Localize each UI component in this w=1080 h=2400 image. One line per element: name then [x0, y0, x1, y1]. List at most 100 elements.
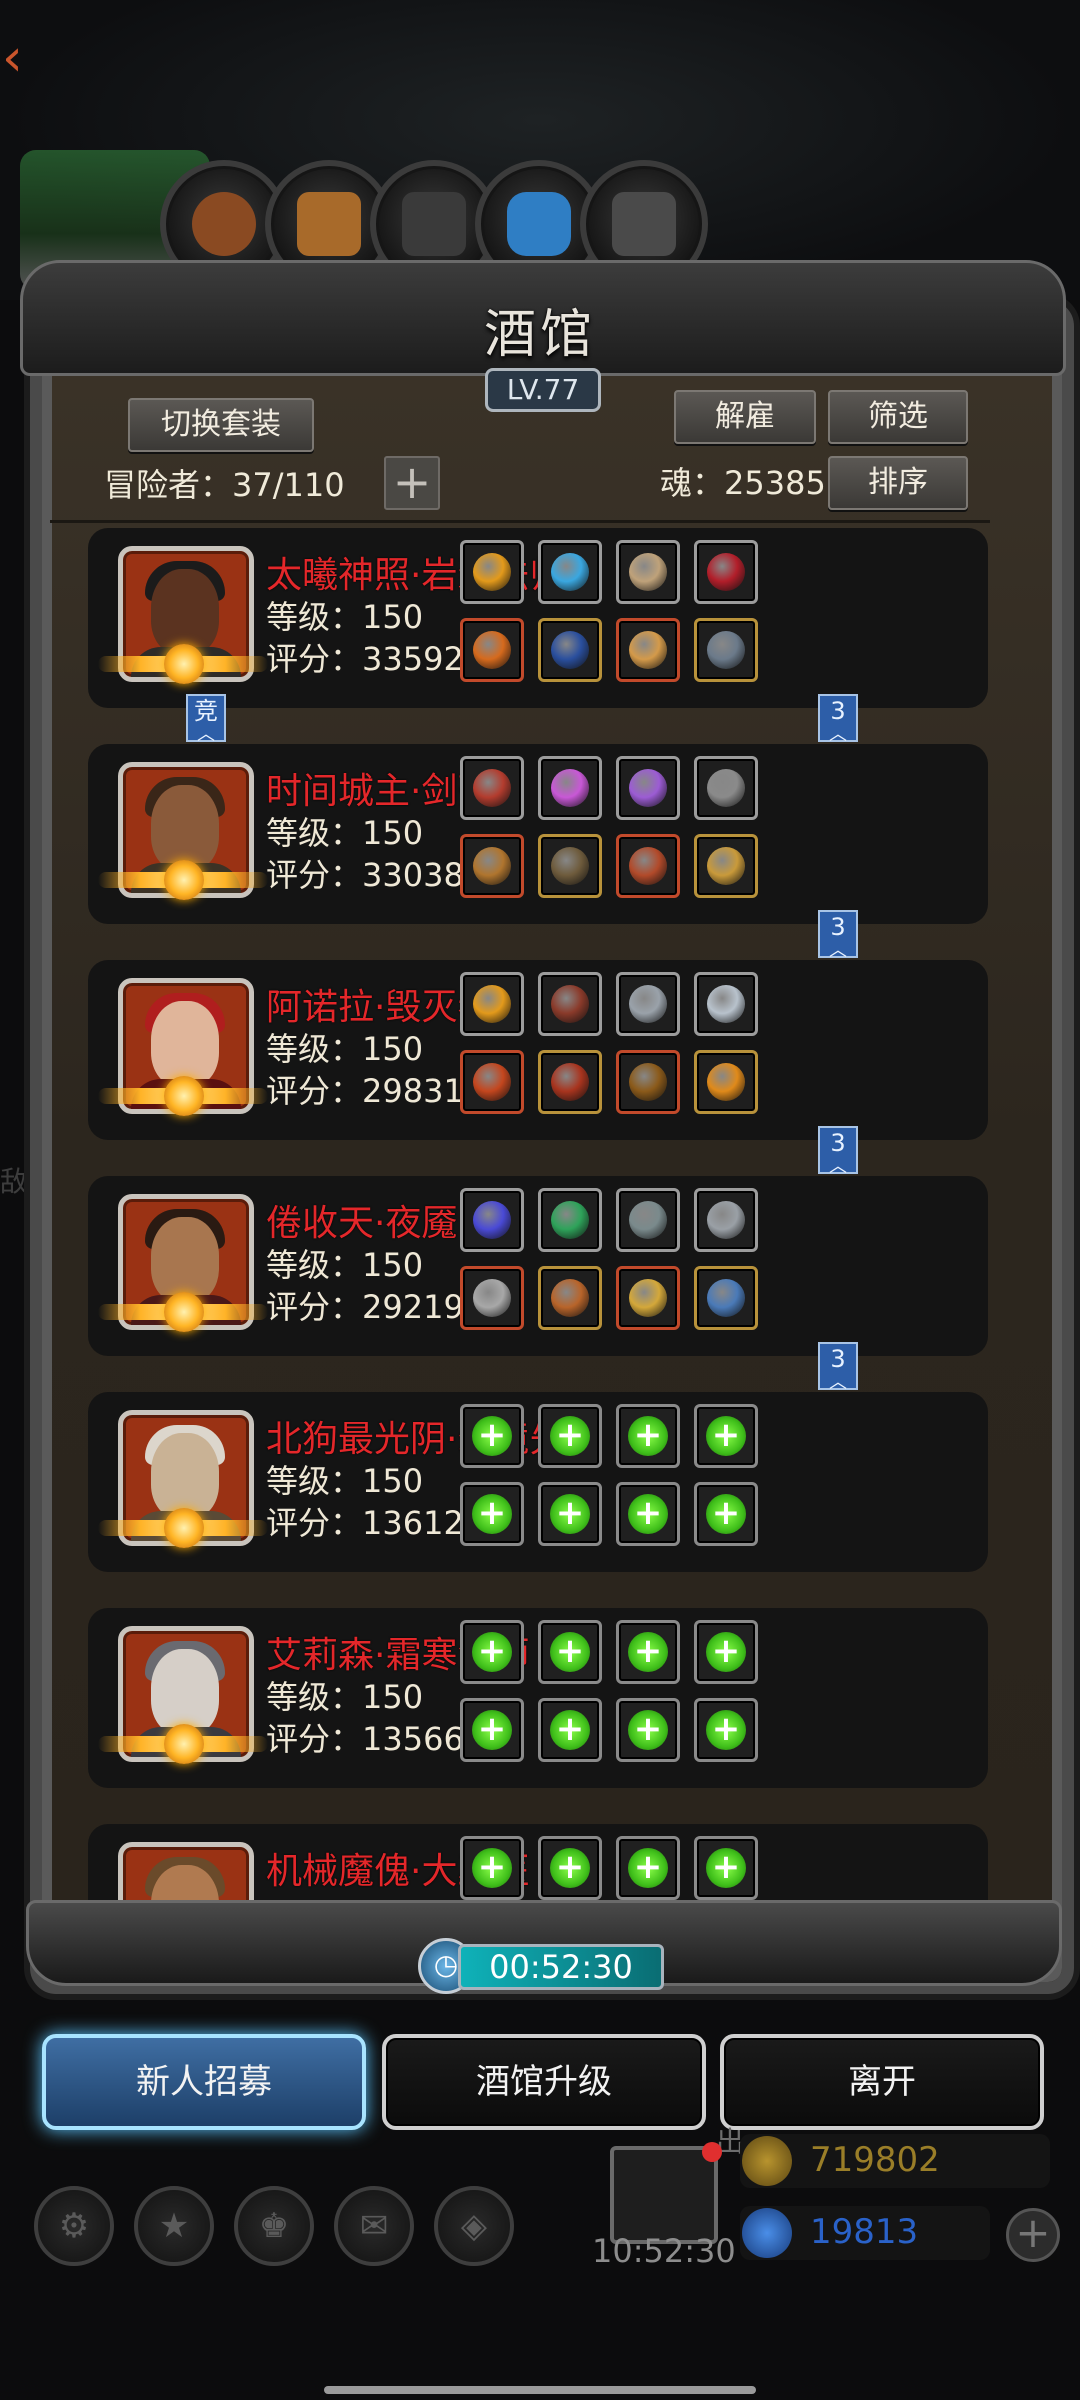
achievement-icon[interactable]: ★ [134, 2186, 214, 2266]
rank-medal-icon [164, 1292, 204, 1332]
empty-equipment-slot[interactable]: + [616, 1620, 680, 1684]
equipment-slot[interactable] [460, 618, 524, 682]
empty-equipment-slot[interactable]: + [694, 1836, 758, 1900]
equipment-slot[interactable] [538, 972, 602, 1036]
gold-amount: 719802 [810, 2140, 940, 2180]
equipment-slot[interactable] [460, 756, 524, 820]
equipment-slot[interactable] [460, 1266, 524, 1330]
empty-equipment-slot[interactable]: + [694, 1482, 758, 1546]
shop-icon[interactable]: ◈ [434, 2186, 514, 2266]
empty-equipment-slot[interactable]: + [538, 1836, 602, 1900]
hero-list[interactable]: 太曦神照·岩浆法师 等级：150 评分：33592 竞 ︿ 3 ︿ 时间城主·剑豪 等级：150… [58, 528, 1022, 1913]
empty-equipment-slot[interactable]: + [694, 1620, 758, 1684]
sort-button[interactable]: 排序 [828, 456, 968, 510]
empty-equipment-slot[interactable]: + [460, 1404, 524, 1468]
equipment-slot[interactable] [460, 1050, 524, 1114]
empty-equipment-slot[interactable]: + [460, 1620, 524, 1684]
add-equipment-icon: + [706, 1848, 746, 1888]
equipment-slot[interactable] [694, 1050, 758, 1114]
equipment-slot[interactable] [460, 1188, 524, 1252]
add-equipment-icon: + [472, 1710, 512, 1750]
equipment-slot[interactable] [538, 540, 602, 604]
equipment-slot[interactable] [538, 834, 602, 898]
equipment-item-icon [473, 1063, 511, 1101]
hero-level: 等级：150 [266, 1462, 424, 1500]
add-equipment-icon: + [628, 1494, 668, 1534]
portrait-face [151, 1001, 219, 1087]
chevron-up-icon: ︿ [829, 724, 847, 745]
hero-card[interactable]: 倦收天·夜魇 等级：150 评分：29219 [88, 1176, 988, 1356]
hero-card[interactable]: 太曦神照·岩浆法师 等级：150 评分：33592 [88, 528, 988, 708]
equipment-slot[interactable] [694, 1266, 758, 1330]
leave-button[interactable]: 离开 [720, 2034, 1044, 2130]
empty-equipment-slot[interactable]: + [616, 1404, 680, 1468]
dismiss-button[interactable]: 解雇 [674, 390, 816, 444]
home-indicator[interactable] [324, 2386, 756, 2394]
empty-equipment-slot[interactable]: + [538, 1698, 602, 1762]
equipment-slot[interactable] [694, 540, 758, 604]
back-arrow-icon[interactable]: ‹ [2, 28, 42, 88]
empty-equipment-slot[interactable]: + [460, 1482, 524, 1546]
hero-level: 等级：150 [266, 1246, 424, 1284]
equipment-slot[interactable] [460, 972, 524, 1036]
gift-box-icon[interactable] [610, 2142, 722, 2244]
mail-icon[interactable]: ✉ [334, 2186, 414, 2266]
filter-button[interactable]: 筛选 [828, 390, 968, 444]
equipment-slot[interactable] [460, 540, 524, 604]
equipment-slot[interactable] [538, 1266, 602, 1330]
equipment-slot[interactable] [616, 972, 680, 1036]
equipment-slot[interactable] [694, 618, 758, 682]
equipment-slot[interactable] [694, 834, 758, 898]
equipment-slot[interactable] [616, 1266, 680, 1330]
equipment-slot[interactable] [694, 972, 758, 1036]
rank-medal-icon [164, 860, 204, 900]
equipment-slot[interactable] [616, 834, 680, 898]
equipment-item-icon [707, 985, 745, 1023]
equipment-slot[interactable] [616, 618, 680, 682]
portrait-face [151, 569, 219, 655]
add-capacity-button[interactable]: + [384, 456, 440, 510]
empty-equipment-slot[interactable]: + [694, 1698, 758, 1762]
equipment-item-icon [473, 553, 511, 591]
equipment-slot[interactable] [616, 756, 680, 820]
equipment-item-icon [473, 631, 511, 669]
empty-equipment-slot[interactable]: + [616, 1836, 680, 1900]
hero-card[interactable]: 阿诺拉·毁灭者 等级：150 评分：29831 [88, 960, 988, 1140]
empty-equipment-slot[interactable]: + [616, 1482, 680, 1546]
hero-name: 倦收天·夜魇 [266, 1203, 458, 1244]
switch-outfit-button[interactable]: 切换套装 [128, 398, 314, 452]
hero-card[interactable]: 时间城主·剑豪 等级：150 评分：33038 [88, 744, 988, 924]
chevron-up-icon: ︿ [197, 724, 215, 745]
empty-equipment-slot[interactable]: + [460, 1698, 524, 1762]
empty-equipment-slot[interactable]: + [538, 1620, 602, 1684]
hero-score: 评分：29219 [266, 1288, 464, 1326]
guild-icon[interactable]: ♚ [234, 2186, 314, 2266]
empty-equipment-slot[interactable]: + [694, 1404, 758, 1468]
hero-card[interactable]: 北狗最光阴·幻境先知 等级：150 评分：13612 + + + + + + + + [88, 1392, 988, 1572]
empty-equipment-slot[interactable]: + [538, 1404, 602, 1468]
equipment-slot[interactable] [616, 1188, 680, 1252]
equipment-slot[interactable] [538, 756, 602, 820]
equipment-slot[interactable] [616, 1050, 680, 1114]
hero-card[interactable]: 艾莉森·霜寒法师 等级：150 评分：13566 + + + + + + + + [88, 1608, 988, 1788]
equipment-slot[interactable] [616, 540, 680, 604]
add-equipment-icon: + [628, 1710, 668, 1750]
gift-timer: 10:52:30 [592, 2232, 736, 2270]
empty-equipment-slot[interactable]: + [460, 1836, 524, 1900]
add-gems-button[interactable]: + [1006, 2208, 1060, 2262]
equipment-slot[interactable] [460, 834, 524, 898]
equipment-item-icon [629, 847, 667, 885]
equipment-slot[interactable] [694, 1188, 758, 1252]
empty-equipment-slot[interactable]: + [538, 1482, 602, 1546]
equipment-slot[interactable] [538, 1050, 602, 1114]
recruit-button[interactable]: 新人招募 [42, 2034, 366, 2130]
gold-coin-icon [742, 2136, 792, 2186]
add-equipment-icon: + [472, 1494, 512, 1534]
equipment-slot[interactable] [538, 1188, 602, 1252]
equipment-slot[interactable] [538, 618, 602, 682]
equipment-grid [460, 756, 780, 906]
upgrade-tavern-button[interactable]: 酒馆升级 [382, 2034, 706, 2130]
settings-gear-icon[interactable]: ⚙ [34, 2186, 114, 2266]
empty-equipment-slot[interactable]: + [616, 1698, 680, 1762]
equipment-slot[interactable] [694, 756, 758, 820]
